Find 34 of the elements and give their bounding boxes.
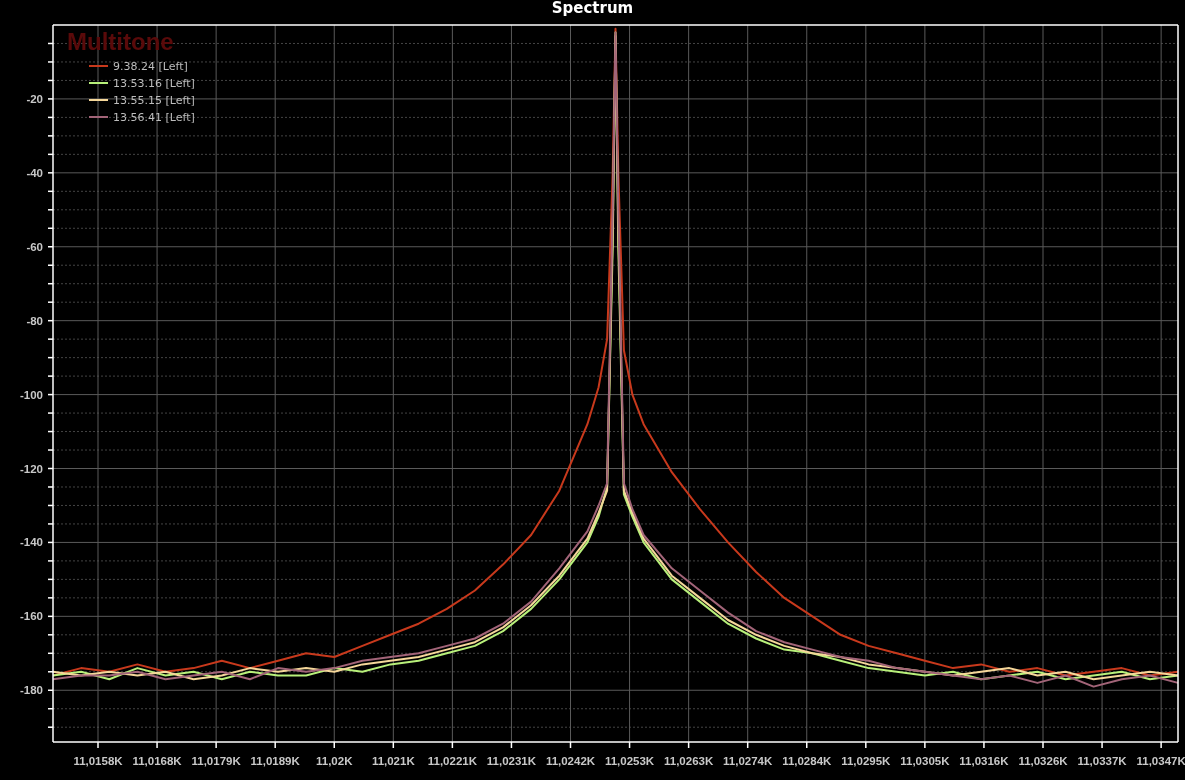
legend-label: 13.53.16 [Left] bbox=[113, 77, 195, 90]
x-tick-label: 11,021K bbox=[371, 755, 415, 767]
y-tick-label: -20 bbox=[26, 92, 43, 105]
y-tick-label: -120 bbox=[19, 462, 43, 475]
x-tick-label: 11,0221K bbox=[427, 755, 477, 767]
chart-title: Spectrum bbox=[551, 0, 634, 17]
x-tick-label: 11,0347K bbox=[1136, 755, 1185, 767]
y-tick-label: -100 bbox=[19, 388, 43, 401]
y-tick-label: -80 bbox=[26, 314, 43, 327]
x-tick-label: 11,02K bbox=[316, 755, 353, 767]
x-tick-label: 11,0326K bbox=[1018, 755, 1068, 767]
x-tick-label: 11,0189K bbox=[250, 755, 300, 767]
x-tick-label: 11,0263K bbox=[664, 755, 714, 767]
y-tick-label: -160 bbox=[19, 610, 43, 623]
x-tick-label: 11,0242K bbox=[545, 755, 596, 767]
x-tick-label: 11,0158K bbox=[73, 755, 123, 767]
legend-label: 13.55.15 [Left] bbox=[113, 94, 195, 107]
y-tick-label: -40 bbox=[26, 166, 43, 179]
x-tick-label: 11,0168K bbox=[132, 755, 182, 767]
x-tick-label: 11,0274K bbox=[723, 755, 773, 767]
x-tick-label: 11,0316K bbox=[959, 755, 1009, 767]
x-tick-label: 11,0305K bbox=[900, 755, 950, 767]
x-tick-label: 11,0179K bbox=[191, 755, 241, 767]
y-tick-label: -140 bbox=[19, 536, 43, 549]
x-tick-label: 11,0284K bbox=[782, 755, 832, 767]
legend-label: 13.56.41 [Left] bbox=[113, 111, 195, 124]
legend-label: 9.38.24 [Left] bbox=[113, 60, 188, 73]
plot-caption: Multitone bbox=[67, 28, 174, 55]
y-tick-label: -60 bbox=[26, 240, 43, 253]
y-tick-label: -180 bbox=[19, 684, 43, 697]
x-tick-label: 11,0337K bbox=[1077, 755, 1127, 767]
x-tick-label: 11,0295K bbox=[841, 755, 891, 767]
x-tick-label: 11,0253K bbox=[604, 755, 655, 767]
x-tick-label: 11,0231K bbox=[486, 755, 537, 767]
